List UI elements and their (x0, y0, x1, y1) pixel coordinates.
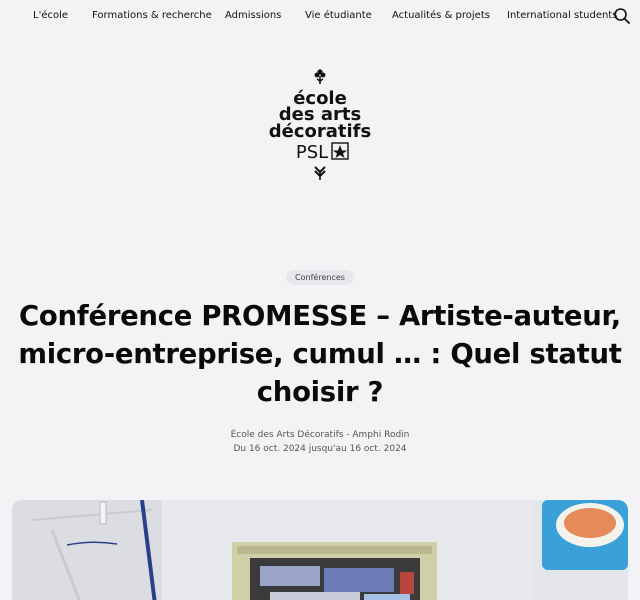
category-tag[interactable]: Conférences (286, 270, 354, 285)
hero-image (12, 500, 628, 600)
logo-mark: école des arts décoratifs PSL (269, 69, 371, 180)
event-location: École des Arts Décoratifs - Amphi Rodin (230, 430, 410, 440)
flower-ornament-bottom-icon (314, 166, 326, 180)
hero-illustration (12, 500, 628, 600)
nav-item-international[interactable]: International students (507, 10, 617, 21)
title-line-3: choisir ? (256, 376, 384, 408)
main-nav: L'école Formations & recherche Admission… (0, 0, 640, 34)
nav-item-actualites[interactable]: Actualités & projets (392, 10, 490, 21)
logo-line-3: décoratifs (269, 121, 371, 142)
nav-item-ecole[interactable]: L'école (33, 10, 68, 21)
page-title: Conférence PROMESSE – Artiste-auteur, mi… (10, 297, 630, 411)
event-dates: Du 16 oct. 2024 jusqu'au 16 oct. 2024 (233, 444, 407, 454)
nav-item-formations[interactable]: Formations & recherche (92, 10, 212, 21)
nav-item-vie-etudiante[interactable]: Vie étudiante (305, 10, 372, 21)
logo-psl: PSL (296, 142, 328, 163)
title-line-1: Conférence PROMESSE – Artiste-auteur, (19, 300, 621, 332)
star-box-icon (331, 142, 349, 160)
school-logo[interactable]: école des arts décoratifs PSL (255, 66, 385, 182)
title-line-2: micro-entreprise, cumul … : Quel statut (18, 338, 622, 370)
search-icon[interactable] (613, 7, 631, 25)
flower-ornament-icon (314, 69, 326, 84)
nav-item-admissions[interactable]: Admissions (225, 10, 281, 21)
